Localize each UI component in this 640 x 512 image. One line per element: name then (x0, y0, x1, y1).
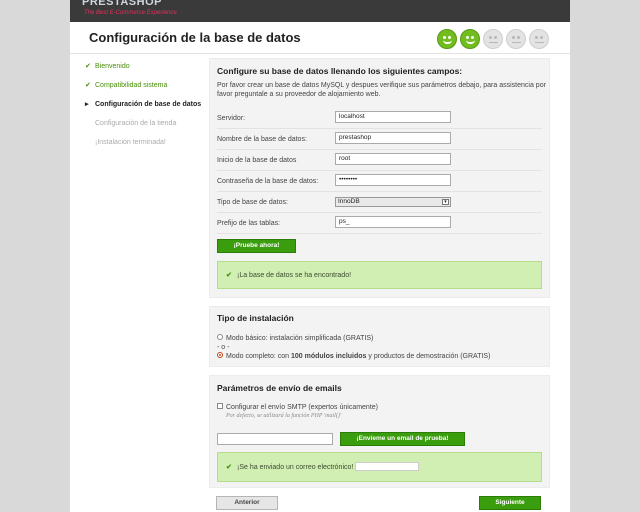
full-mode-option[interactable]: Modo completo: con 100 módulos incluidos… (217, 352, 491, 360)
logo-tagline: The Best E-Commerce Experience (84, 10, 177, 16)
engine-value: InnoDB (338, 198, 360, 205)
dbname-input[interactable]: prestashop (335, 132, 451, 144)
prefix-label: Prefijo de las tablas: (217, 220, 281, 227)
email-heading: Parámetros de envío de emails (217, 383, 342, 393)
engine-select[interactable]: InnoDB ▾ (335, 197, 451, 207)
steps-sidebar: ✔ Bienvenido ✔ Compatibilidad sistema ▸ … (84, 62, 204, 157)
step-label: Bienvenido (95, 63, 130, 70)
check-icon: ✔ (85, 63, 91, 70)
step-welcome: ✔ Bienvenido (84, 62, 204, 71)
check-icon: ✔ (85, 82, 91, 89)
check-icon: ✔ (226, 272, 232, 279)
database-panel: Configure su base de datos llenando los … (209, 58, 550, 298)
email-panel: Parámetros de envío de emails Configurar… (209, 375, 550, 488)
db-success-notice: ✔ ¡La base de datos se ha encontrado! (217, 261, 542, 289)
password-label: Contraseña de la base de datos: (217, 178, 319, 185)
smiley-happy-icon (437, 29, 457, 49)
server-label: Servidor: (217, 115, 246, 122)
arrow-right-icon: ▸ (85, 101, 89, 108)
send-test-email-button[interactable]: ¡Envíeme un email de prueba! (340, 432, 465, 446)
test-connection-button[interactable]: ¡Pruebe ahora! (217, 239, 296, 253)
login-input[interactable]: root (335, 153, 451, 165)
prestashop-logo: PRESTASHOP (82, 0, 162, 8)
step-finished: ¡Instalación terminada! (84, 138, 204, 147)
page-header: Configuración de la base de datos (70, 22, 570, 54)
step-compatibility: ✔ Compatibilidad sistema (84, 81, 204, 90)
step-label: Compatibilidad sistema (95, 82, 168, 89)
test-email-input[interactable] (217, 433, 333, 445)
page-title: Configuración de la base de datos (89, 30, 301, 45)
progress-smileys (437, 29, 549, 49)
smtp-checkbox[interactable] (217, 403, 223, 410)
smtp-option[interactable]: Configurar el envío SMTP (expertos única… (217, 403, 378, 411)
database-heading: Configure su base de datos llenando los … (217, 66, 463, 76)
engine-row: Tipo de base de datos: InnoDB ▾ (217, 192, 542, 213)
step-label: Configuración de base de datos (95, 101, 202, 108)
prefix-row: Prefijo de las tablas: ps_ (217, 213, 542, 234)
full-mode-label-post: y productos de demostración (GRATIS) (366, 353, 491, 360)
smtp-hint: Por defecto, se utilizará la función PHP… (226, 413, 342, 419)
dropdown-arrow-icon[interactable]: ▾ (442, 199, 449, 205)
smiley-neutral-icon (483, 29, 503, 49)
server-input[interactable]: localhost (335, 111, 451, 123)
login-label: Inicio de la base de datos (217, 157, 297, 164)
basic-mode-radio[interactable] (217, 334, 223, 341)
install-heading: Tipo de instalación (217, 313, 294, 323)
server-row: Servidor: localhost (217, 108, 542, 129)
step-label: ¡Instalación terminada! (95, 139, 166, 146)
step-database: ▸ Configuración de base de datos (84, 100, 204, 109)
engine-label: Tipo de base de datos: (217, 199, 288, 206)
previous-button[interactable]: Anterior (216, 496, 278, 510)
database-description: Por favor crear un base de datos MySQL y… (217, 82, 546, 98)
smtp-label: Configurar el envío SMTP (expertos única… (226, 404, 378, 411)
or-separator-text: - o - (217, 344, 230, 351)
basic-mode-label: Modo básico: instalación simplificada (G… (226, 335, 374, 342)
email-sent-notice: ✔ ¡Se ha enviado un correo electrónico! (217, 452, 542, 482)
login-row: Inicio de la base de datos root (217, 150, 542, 171)
dbname-label: Nombre de la base de datos: (217, 136, 307, 143)
smiley-happy-icon (460, 29, 480, 49)
check-icon: ✔ (226, 464, 232, 471)
smiley-neutral-icon (506, 29, 526, 49)
full-mode-label-bold: 100 módulos incluidos (290, 353, 367, 360)
basic-mode-option[interactable]: Modo básico: instalación simplificada (G… (217, 334, 374, 342)
top-bar: PRESTASHOP The Best E-Commerce Experienc… (70, 0, 570, 22)
email-sent-text: ¡Se ha enviado un correo electrónico! (237, 464, 354, 471)
full-mode-label-pre: Modo completo: con (226, 353, 291, 360)
or-separator: - o - (217, 344, 229, 351)
next-button[interactable]: Siguiente (479, 496, 541, 510)
email-sent-address-box (355, 462, 419, 471)
step-label: Configuración de la tienda (95, 120, 177, 127)
smiley-neutral-icon (529, 29, 549, 49)
prefix-input[interactable]: ps_ (335, 216, 451, 228)
db-success-text: ¡La base de datos se ha encontrado! (237, 272, 352, 279)
installer-page: PRESTASHOP The Best E-Commerce Experienc… (70, 0, 570, 512)
install-type-panel: Tipo de instalación Modo básico: instala… (209, 306, 550, 367)
full-mode-radio[interactable] (217, 352, 223, 359)
dbname-row: Nombre de la base de datos: prestashop (217, 129, 542, 150)
password-input[interactable]: •••••••• (335, 174, 451, 186)
password-row: Contraseña de la base de datos: •••••••• (217, 171, 542, 192)
step-shop-config: Configuración de la tienda (84, 119, 204, 128)
